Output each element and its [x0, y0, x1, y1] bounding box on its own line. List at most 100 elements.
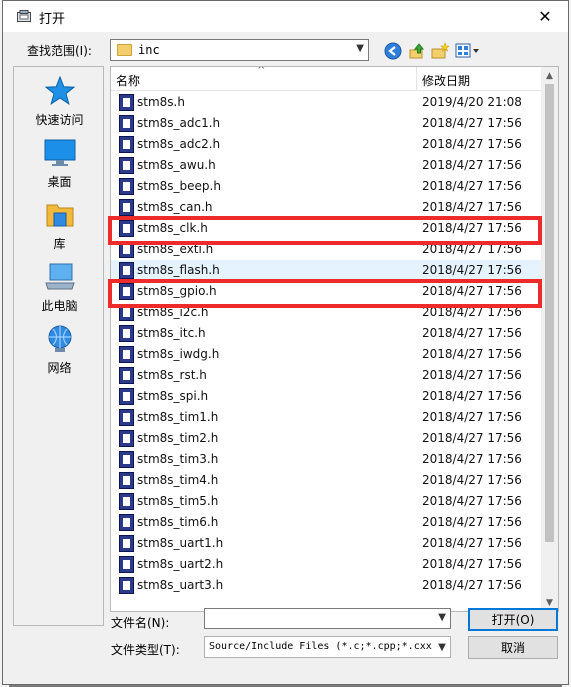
file-date: 2019/4/20 21:08	[422, 95, 522, 109]
file-date: 2018/4/27 17:56	[422, 452, 522, 466]
c-header-file-icon	[119, 178, 134, 195]
file-row[interactable]: stm8s_itc.h 2018/4/27 17:56	[111, 323, 543, 344]
chevron-down-icon[interactable]: ▼	[438, 612, 446, 623]
file-name: stm8s_uart2.h	[137, 557, 224, 571]
c-header-file-icon	[119, 535, 134, 552]
place-this-pc[interactable]: 此电脑	[14, 261, 105, 314]
file-row[interactable]: stm8s_beep.h 2018/4/27 17:56	[111, 176, 543, 197]
file-row[interactable]: stm8s_spi.h 2018/4/27 17:56	[111, 386, 543, 407]
c-header-file-icon	[119, 514, 134, 531]
file-row[interactable]: stm8s_gpio.h 2018/4/27 17:56	[111, 281, 543, 302]
file-name: stm8s_adc2.h	[137, 137, 221, 151]
new-folder-button[interactable]	[430, 41, 450, 61]
title-bar: 打开 ✕	[3, 1, 568, 32]
open-button[interactable]: 打开(O)	[468, 608, 558, 631]
file-date: 2018/4/27 17:56	[422, 137, 522, 151]
place-label: 桌面	[47, 175, 72, 189]
file-row[interactable]: stm8s_awu.h 2018/4/27 17:56	[111, 155, 543, 176]
scroll-up-icon[interactable]: ▲	[541, 67, 558, 84]
file-row[interactable]: stm8s_can.h 2018/4/27 17:56	[111, 197, 543, 218]
file-row[interactable]: stm8s_tim3.h 2018/4/27 17:56	[111, 449, 543, 470]
c-header-file-icon	[119, 577, 134, 594]
scroll-thumb[interactable]	[545, 84, 554, 542]
file-name: stm8s_flash.h	[137, 263, 220, 277]
filename-input[interactable]: ▼	[204, 608, 451, 629]
open-file-dialog: 打开 ✕ 查找范围(I): inc ▼ 快速访问 桌面 库 此电脑 网络 ^ 名…	[2, 0, 569, 685]
file-name: stm8s_exti.h	[137, 242, 214, 256]
file-date: 2018/4/27 17:56	[422, 494, 522, 508]
view-menu-button[interactable]	[454, 41, 482, 61]
file-row[interactable]: stm8s_adc2.h 2018/4/27 17:56	[111, 134, 543, 155]
file-name: stm8s_tim4.h	[137, 473, 219, 487]
file-row[interactable]: stm8s_tim2.h 2018/4/27 17:56	[111, 428, 543, 449]
file-row[interactable]: stm8s_adc1.h 2018/4/27 17:56	[111, 113, 543, 134]
place-quick-access[interactable]: 快速访问	[14, 75, 105, 128]
close-button[interactable]: ✕	[522, 1, 568, 32]
back-button[interactable]	[383, 41, 403, 61]
chevron-down-icon[interactable]: ▼	[356, 43, 364, 54]
sort-ascending-icon: ^	[257, 66, 266, 76]
c-header-file-icon	[119, 325, 134, 342]
file-row[interactable]: stm8s_i2c.h 2018/4/27 17:56	[111, 302, 543, 323]
file-row[interactable]: stm8s_tim6.h 2018/4/27 17:56	[111, 512, 543, 533]
c-header-file-icon	[119, 556, 134, 573]
file-list[interactable]: ^ 名称 修改日期 stm8s.h 2019/4/20 21:08 stm8s_ad…	[110, 66, 559, 612]
column-divider[interactable]	[416, 67, 417, 91]
file-name: stm8s_tim3.h	[137, 452, 219, 466]
place-network[interactable]: 网络	[14, 323, 105, 376]
file-row[interactable]: stm8s_tim5.h 2018/4/27 17:56	[111, 491, 543, 512]
cancel-button[interactable]: 取消	[468, 636, 558, 659]
file-row[interactable]: stm8s.h 2019/4/20 21:08	[111, 92, 543, 113]
network-icon	[48, 325, 71, 352]
c-header-file-icon	[119, 409, 134, 426]
view-menu-icon	[455, 43, 479, 58]
place-label: 网络	[47, 361, 72, 375]
file-date: 2018/4/27 17:56	[422, 515, 522, 529]
file-row[interactable]: stm8s_uart1.h 2018/4/27 17:56	[111, 533, 543, 554]
place-library[interactable]: 库	[14, 199, 105, 252]
file-row[interactable]: stm8s_tim1.h 2018/4/27 17:56	[111, 407, 543, 428]
file-row[interactable]: stm8s_iwdg.h 2018/4/27 17:56	[111, 344, 543, 365]
c-header-file-icon	[119, 241, 134, 258]
c-header-file-icon	[119, 472, 134, 489]
vertical-scrollbar[interactable]: ▲ ▼	[541, 67, 558, 611]
file-name: stm8s_rst.h	[137, 368, 207, 382]
back-arrow-icon	[384, 42, 402, 60]
file-date: 2018/4/27 17:56	[422, 410, 522, 424]
file-rows: stm8s.h 2019/4/20 21:08 stm8s_adc1.h 2018/4…	[111, 92, 543, 596]
chevron-down-icon[interactable]: ▼	[434, 637, 450, 657]
quick-access-star-icon	[44, 75, 75, 105]
file-row[interactable]: stm8s_clk.h 2018/4/27 17:56	[111, 218, 543, 239]
column-header-name[interactable]: 名称	[116, 72, 140, 89]
file-row[interactable]: stm8s_exti.h 2018/4/27 17:56	[111, 239, 543, 260]
app-icon	[17, 10, 31, 22]
file-date: 2018/4/27 17:56	[422, 284, 522, 298]
file-name: stm8s_adc1.h	[137, 116, 221, 130]
desktop-icon	[44, 139, 75, 166]
file-name: stm8s_tim1.h	[137, 410, 219, 424]
c-header-file-icon	[119, 283, 134, 300]
c-header-file-icon	[119, 388, 134, 405]
c-header-file-icon	[119, 220, 134, 237]
file-date: 2018/4/27 17:56	[422, 200, 522, 214]
filetype-select[interactable]: Source/Include Files (*.c;*.cpp;*.cxx ▼	[204, 636, 451, 658]
place-desktop[interactable]: 桌面	[14, 137, 105, 190]
file-date: 2018/4/27 17:56	[422, 536, 522, 550]
file-name: stm8s_tim2.h	[137, 431, 219, 445]
c-header-file-icon	[119, 115, 134, 132]
file-row[interactable]: stm8s_rst.h 2018/4/27 17:56	[111, 365, 543, 386]
folder-icon	[117, 44, 132, 56]
file-date: 2018/4/27 17:56	[422, 179, 522, 193]
file-date: 2018/4/27 17:56	[422, 305, 522, 319]
file-row[interactable]: stm8s_uart2.h 2018/4/27 17:56	[111, 554, 543, 575]
file-row[interactable]: stm8s_tim4.h 2018/4/27 17:56	[111, 470, 543, 491]
look-in-combo[interactable]: inc ▼	[110, 39, 369, 61]
column-header-date[interactable]: 修改日期	[422, 72, 470, 89]
file-row[interactable]: stm8s_uart3.h 2018/4/27 17:56	[111, 575, 543, 596]
file-name: stm8s_uart3.h	[137, 578, 224, 592]
up-folder-button[interactable]	[407, 41, 427, 61]
place-label: 此电脑	[41, 299, 78, 313]
file-row[interactable]: stm8s_flash.h 2018/4/27 17:56	[111, 260, 543, 281]
c-header-file-icon	[119, 157, 134, 174]
new-folder-icon	[431, 42, 449, 59]
